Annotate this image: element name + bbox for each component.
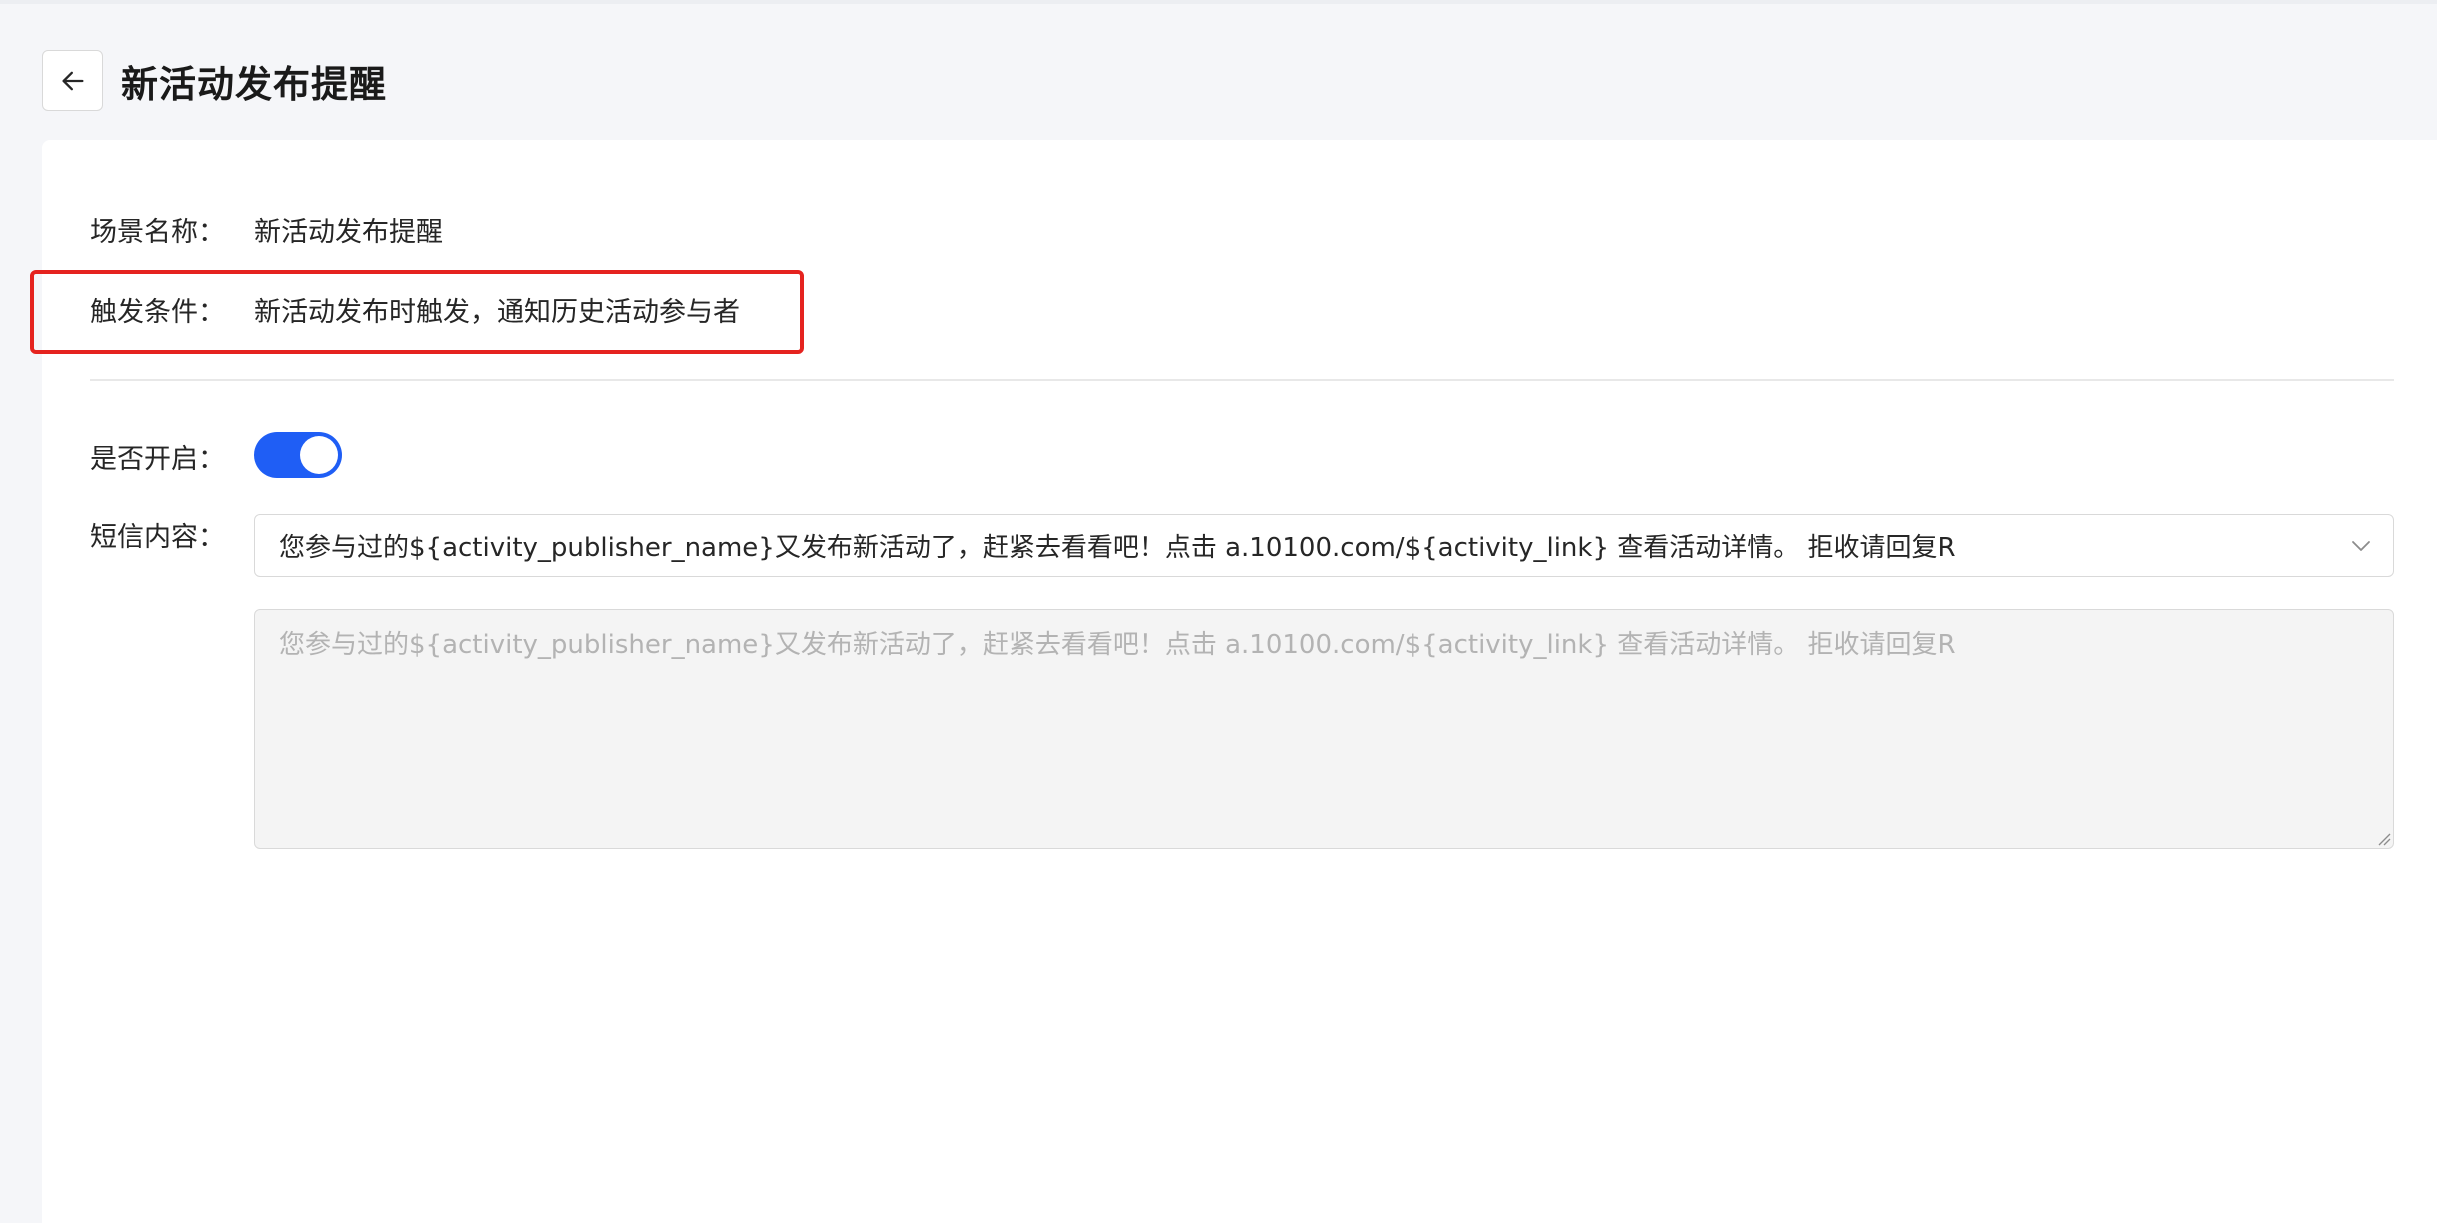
page-header: 新活动发布提醒	[42, 49, 387, 112]
arrow-left-icon	[62, 71, 84, 90]
scene-name-label: 场景名称：	[90, 217, 225, 248]
page-title: 新活动发布提醒	[121, 62, 387, 106]
top-strip	[0, 0, 2437, 4]
sms-content-textarea-wrap	[254, 609, 2394, 849]
resize-grip-icon[interactable]	[2375, 830, 2391, 846]
divider	[90, 379, 2394, 381]
chevron-down-icon	[2352, 541, 2370, 551]
enabled-label: 是否开启：	[90, 444, 225, 475]
trigger-value: 新活动发布时触发，通知历史活动参与者	[254, 297, 740, 328]
toggle-knob	[300, 436, 338, 474]
trigger-label: 触发条件：	[90, 297, 225, 328]
sms-label: 短信内容：	[90, 522, 225, 553]
sms-template-selected: 您参与过的${activity_publisher_name}又发布新活动了，赶…	[279, 533, 1956, 563]
detail-card: 场景名称： 新活动发布提醒 触发条件： 新活动发布时触发，通知历史活动参与者 是…	[30, 140, 2437, 1223]
enabled-toggle[interactable]	[254, 432, 342, 478]
scene-name-value: 新活动发布提醒	[254, 217, 443, 248]
back-button[interactable]	[42, 50, 103, 111]
sms-template-select[interactable]: 您参与过的${activity_publisher_name}又发布新活动了，赶…	[254, 514, 2394, 577]
sms-content-textarea[interactable]	[255, 610, 2393, 848]
